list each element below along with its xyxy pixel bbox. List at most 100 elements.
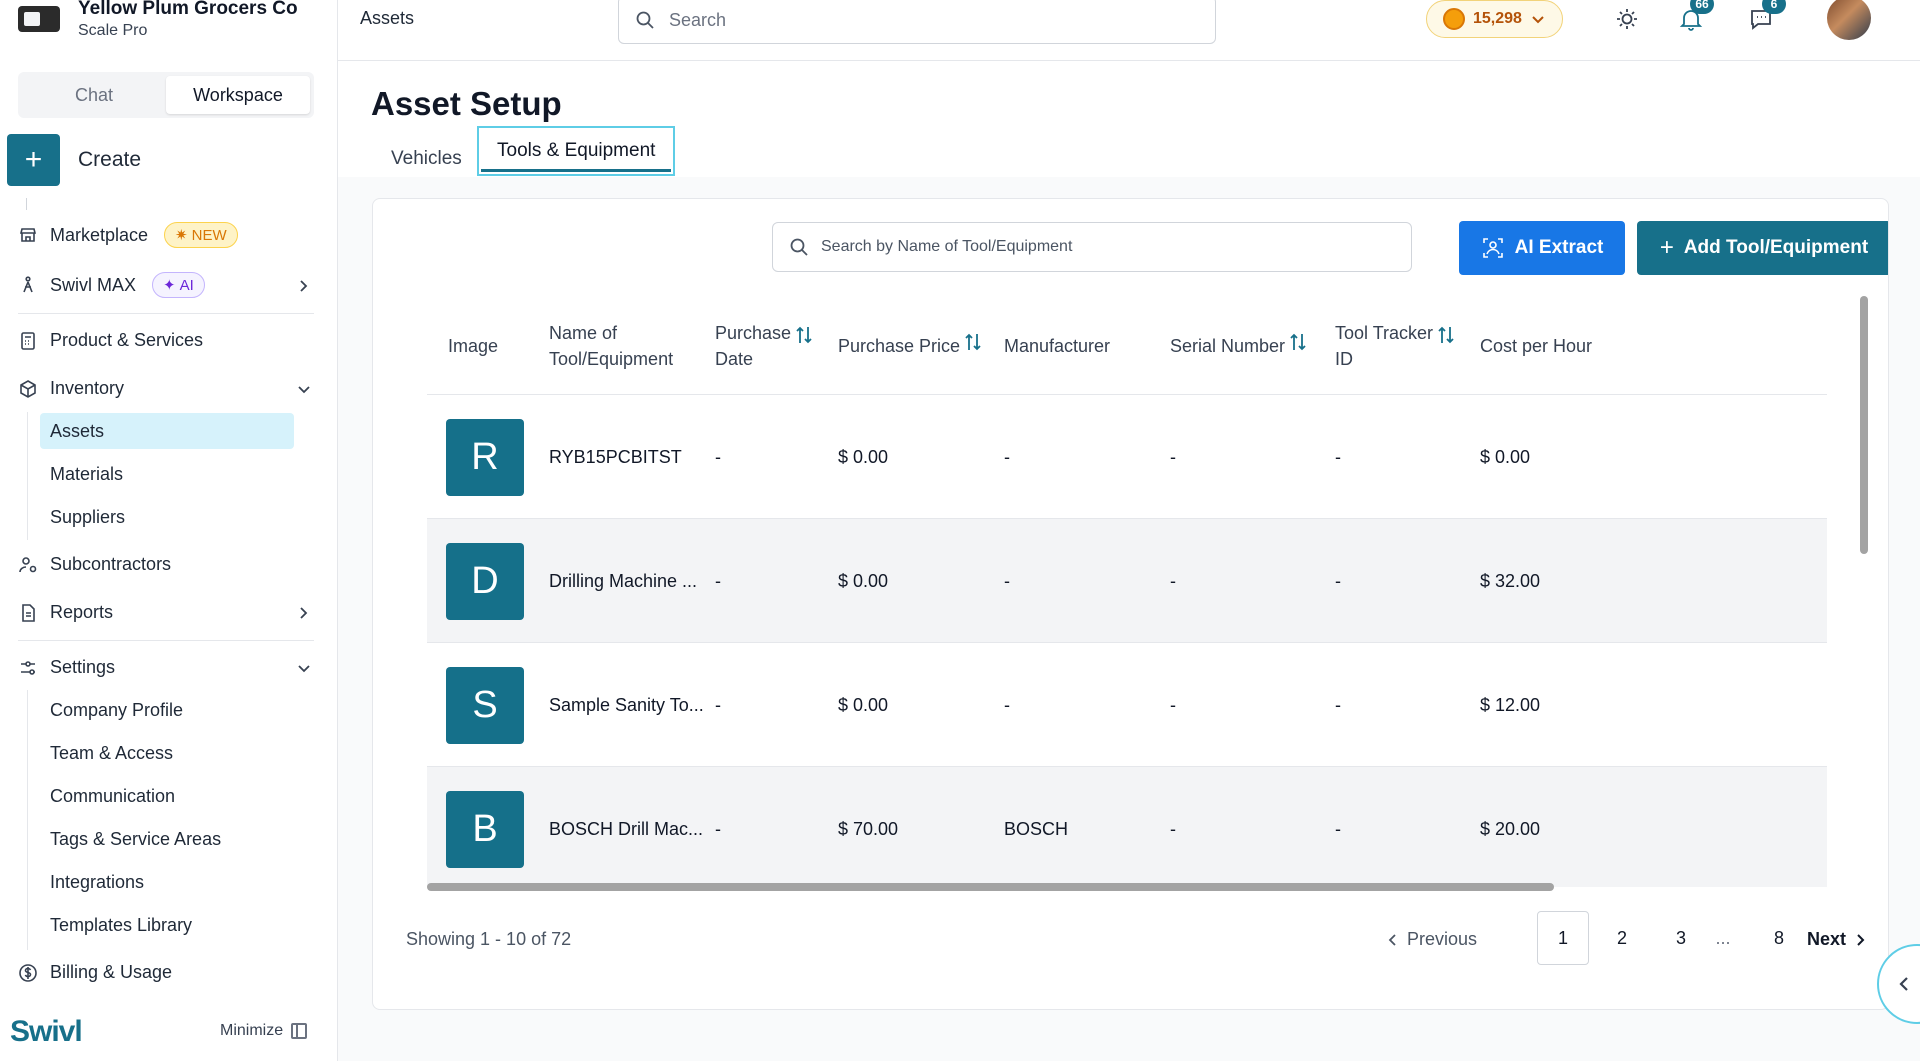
- sort-icon[interactable]: [964, 330, 982, 354]
- sidebar-item-assets[interactable]: Assets: [40, 413, 294, 449]
- credits-dropdown[interactable]: 15,298: [1426, 0, 1563, 38]
- tab-tools-equipment[interactable]: Tools & Equipment: [477, 126, 676, 176]
- sidebar-item-communication[interactable]: Communication: [50, 786, 175, 807]
- global-search: [618, 0, 1216, 44]
- org-plan: Scale Pro: [78, 22, 148, 39]
- sidebar-item-company-profile[interactable]: Company Profile: [50, 700, 183, 721]
- sort-icon[interactable]: [1289, 330, 1307, 354]
- sort-icon[interactable]: [1437, 323, 1455, 347]
- sidebar-item-label: Settings: [50, 657, 116, 677]
- chevron-down-icon[interactable]: [296, 381, 312, 397]
- sun-icon[interactable]: [1614, 6, 1640, 32]
- org-switcher[interactable]: Yellow Plum Grocers Co Scale Pro: [18, 0, 298, 40]
- sidebar-item-label: Billing & Usage: [50, 962, 173, 982]
- vertical-scrollbar[interactable]: [1860, 296, 1868, 554]
- sidebar-item-marketplace[interactable]: Marketplace ✷ NEW: [18, 222, 238, 248]
- table-row[interactable]: B BOSCH Drill Mac... - $ 70.00 BOSCH - - $ 20.0…: [427, 767, 1827, 887]
- mode-tab-chat[interactable]: Chat: [22, 76, 166, 114]
- sidebar-item-billing[interactable]: Billing & Usage: [18, 962, 172, 983]
- org-name: Yellow Plum Grocers Co: [78, 0, 298, 19]
- page-2-button[interactable]: 2: [1596, 911, 1648, 965]
- col-tracker-line1: Tool Tracker: [1335, 323, 1434, 343]
- search-icon: [636, 11, 654, 29]
- chevron-right-icon[interactable]: [296, 279, 310, 293]
- page-8-button[interactable]: 8: [1753, 911, 1805, 965]
- sidebar-item-materials[interactable]: Materials: [50, 464, 123, 485]
- col-price-label: Purchase Price: [838, 336, 961, 356]
- col-name[interactable]: Name of Tool/Equipment: [549, 297, 673, 395]
- cell-name: RYB15PCBITST: [549, 446, 682, 467]
- chevron-down-icon[interactable]: [296, 660, 312, 676]
- sidebar-item-label: Marketplace: [50, 224, 149, 245]
- previous-page-button[interactable]: Previous: [1387, 929, 1477, 950]
- tab-vehicles[interactable]: Vehicles: [391, 142, 462, 176]
- page-1-button[interactable]: 1: [1537, 911, 1589, 965]
- col-serial-number[interactable]: Serial Number: [1170, 297, 1307, 395]
- item-thumbnail: D: [446, 542, 524, 620]
- sidebar: Yellow Plum Grocers Co Scale Pro Chat Wo…: [0, 0, 338, 1061]
- sidebar-item-team-access[interactable]: Team & Access: [50, 743, 173, 764]
- page-3-button[interactable]: 3: [1655, 911, 1707, 965]
- sidebar-item-settings[interactable]: Settings: [18, 657, 115, 678]
- sidebar-item-product-services[interactable]: Product & Services: [18, 330, 203, 351]
- cell-image: R: [446, 395, 524, 519]
- sidebar-item-inventory[interactable]: Inventory: [18, 378, 124, 399]
- sidebar-item-label: Inventory: [50, 378, 125, 398]
- store-icon: [18, 225, 38, 245]
- next-page-button[interactable]: Next: [1807, 929, 1866, 950]
- cell-tracker: -: [1335, 694, 1341, 715]
- sidebar-item-subcontractors[interactable]: Subcontractors: [18, 554, 171, 575]
- cell-serial: -: [1170, 818, 1176, 839]
- table-row[interactable]: D Drilling Machine ... - $ 0.00- - - $ 32.00: [427, 519, 1827, 643]
- cell-manufacturer: BOSCH: [1004, 818, 1069, 839]
- top-header: Assets 15,298 66 6: [338, 0, 1920, 61]
- sparkle-icon: ✦: [163, 277, 176, 294]
- next-label: Next: [1807, 929, 1847, 949]
- table-row[interactable]: R RYB15PCBITST - $ 0.00 - - - $ 0.00: [427, 395, 1827, 519]
- search-icon: [790, 238, 808, 256]
- mode-tab-workspace[interactable]: Workspace: [166, 76, 310, 114]
- sidebar-item-integrations[interactable]: Integrations: [50, 872, 144, 893]
- user-gear-icon: [18, 555, 38, 575]
- sidebar-item-label: Subcontractors: [50, 554, 172, 574]
- cell-purchase-date: -: [715, 446, 721, 467]
- previous-label: Previous: [1407, 929, 1478, 949]
- col-purchase-price[interactable]: Purchase Price: [838, 297, 982, 395]
- tool-search-input[interactable]: [821, 238, 1381, 256]
- horizontal-scrollbar[interactable]: [427, 883, 1554, 891]
- table-row[interactable]: S Sample Sanity To... - $ 0.00- - - $ 12.00: [427, 643, 1827, 767]
- sidebar-item-reports[interactable]: Reports: [18, 602, 113, 623]
- global-search-input[interactable]: [669, 9, 1169, 31]
- col-cost-per-hour: Cost per Hour: [1480, 336, 1593, 356]
- col-tracker-line2: ID: [1335, 349, 1353, 369]
- add-tool-button[interactable]: + Add Tool/Equipment: [1637, 221, 1888, 275]
- sidebar-item-tags-service-areas[interactable]: Tags & Service Areas: [50, 829, 221, 850]
- page-header: Asset Setup Vehicles Tools & Equipment: [338, 62, 1920, 177]
- cell-serial: -: [1170, 570, 1176, 591]
- create-button[interactable]: + Create: [7, 134, 141, 186]
- col-purchase-date[interactable]: Purchase Date: [715, 297, 813, 395]
- sort-icon[interactable]: [795, 323, 813, 347]
- sidebar-item-swivl-max[interactable]: Swivl MAX ✦ AI: [18, 272, 205, 298]
- tool-search: [772, 222, 1412, 272]
- cell-serial: -: [1170, 694, 1176, 715]
- col-tool-tracker[interactable]: Tool Tracker ID: [1335, 297, 1455, 395]
- main-content: Asset Setup Vehicles Tools & Equipment A…: [338, 62, 1920, 1061]
- item-thumbnail: B: [446, 790, 524, 868]
- sidebar-item-label: Product & Services: [50, 330, 204, 350]
- minimize-button[interactable]: Minimize: [220, 1022, 308, 1040]
- chevron-right-icon[interactable]: [296, 606, 310, 620]
- item-thumbnail: R: [446, 418, 524, 496]
- cell-price: $ 0.00: [838, 570, 889, 591]
- calculator-icon: [18, 331, 38, 351]
- ai-extract-button[interactable]: AI Extract: [1459, 221, 1625, 275]
- chevron-right-icon: [1857, 933, 1865, 946]
- col-image: Image: [448, 336, 499, 356]
- sidebar-item-suppliers[interactable]: Suppliers: [50, 507, 125, 528]
- cell-serial: -: [1170, 446, 1176, 467]
- sidebar-item-templates-library[interactable]: Templates Library: [50, 915, 192, 936]
- cell-tracker: -: [1335, 570, 1341, 591]
- chevron-left-icon: [1899, 977, 1908, 991]
- cell-tracker: -: [1335, 818, 1341, 839]
- avatar[interactable]: [1827, 0, 1871, 40]
